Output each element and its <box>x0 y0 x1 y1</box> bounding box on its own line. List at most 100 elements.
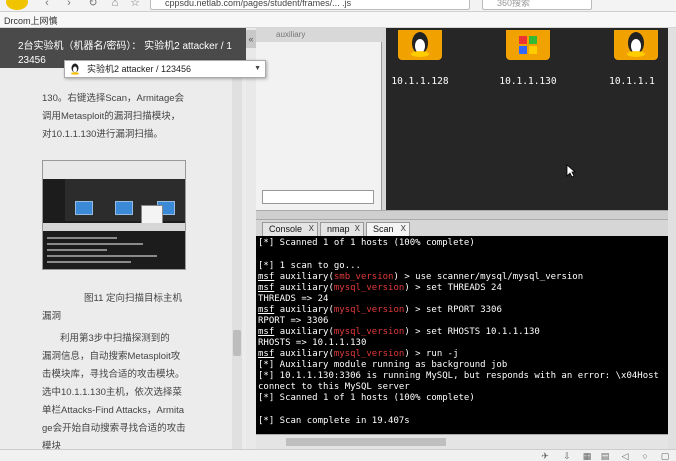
star-icon[interactable]: ☆ <box>128 0 142 10</box>
prompt-cmd: > set RPORT 3306 <box>409 305 502 315</box>
console-line: msf auxiliary(mysql_version) > set RPORT… <box>258 305 502 316</box>
tux-icon <box>411 32 429 57</box>
tab-nmap[interactable]: nmap X <box>320 222 364 236</box>
armitage-window: auxiliary 10.1.1.128 10.1.1.130 10.1.1.1… <box>256 28 668 449</box>
thumb-host <box>75 201 93 215</box>
windows-icon <box>519 36 537 54</box>
caption-line: 图11 定向扫描目标主机 <box>84 293 183 304</box>
thumb-context-menu <box>141 205 163 225</box>
prompt-aux: auxiliary( <box>279 283 334 293</box>
browser-logo-icon[interactable] <box>6 0 28 10</box>
download-icon[interactable]: ⇩ <box>562 451 572 461</box>
module-tree-header[interactable]: auxiliary <box>256 28 382 42</box>
text-line: 130。右键选择Scan，Armitage会 <box>42 93 185 104</box>
window-icon[interactable]: ▢ <box>660 451 670 461</box>
bookmark-bar: Drcom上网慎 <box>0 12 676 28</box>
thumb-line <box>47 237 117 239</box>
text-line: ge会开始自动搜索寻找合适的攻击 <box>42 423 186 434</box>
console-line: [*] Scanned 1 of 1 hosts (100% complete) <box>258 393 475 403</box>
bookmark-drcom[interactable]: Drcom上网慎 <box>4 14 58 27</box>
figure-caption-cont: 漏洞 <box>42 308 192 326</box>
host-10-1-1-130[interactable] <box>504 30 552 60</box>
prompt-module: smb_version <box>333 272 394 282</box>
mouse-cursor-icon <box>566 164 576 178</box>
forward-icon[interactable]: › <box>62 0 76 10</box>
text-line: 对10.1.1.130进行漏洞扫描。 <box>42 129 163 140</box>
browser-toolbar: ‹ › ↻ ⌂ ☆ cppsdu.netlab.com/pages/studen… <box>0 0 676 12</box>
prompt-module: mysql_version <box>333 283 405 293</box>
grid-icon[interactable]: ▦ <box>582 451 592 461</box>
tooltip-text: 实验机2 attacker / 123456 <box>87 64 192 74</box>
scrollbar-thumb[interactable] <box>286 438 446 446</box>
console-line: [*] 10.1.1.130:3306 is running MySQL, bu… <box>258 371 659 381</box>
search-input[interactable]: 360搜索 <box>482 0 592 10</box>
prompt-aux: auxiliary( <box>279 272 334 282</box>
module-tree: auxiliary <box>256 28 382 210</box>
prompt-module: mysql_version <box>333 349 405 359</box>
figure-caption: 图11 定向扫描目标主机 <box>84 290 234 308</box>
console-line: [*] 1 scan to go... <box>258 261 361 271</box>
console-output[interactable]: [*] Scanned 1 of 1 hosts (100% complete)… <box>256 236 668 434</box>
instruction-paragraph-2: 利用第3步中扫描探测到的 漏洞信息，自动搜索Metasploit攻 击模块库，寻… <box>42 330 192 449</box>
close-icon[interactable]: X <box>309 223 314 235</box>
console-line: [*] Scanned 1 of 1 hosts (100% complete) <box>258 238 475 248</box>
machine-tooltip[interactable]: 实验机2 attacker / 123456 ▼ <box>64 60 266 78</box>
console-line: connect to this MySQL server <box>258 382 410 392</box>
instruction-paragraph-1: 130。右键选择Scan，Armitage会 调用Metasploit的漏洞扫描… <box>42 90 192 144</box>
close-icon[interactable]: X <box>401 223 406 235</box>
figure-thumbnail[interactable] <box>42 160 186 270</box>
back-icon[interactable]: ‹ <box>40 0 54 10</box>
thumb-tabs <box>43 223 185 231</box>
host-label: 10.1.1.128 <box>391 76 449 87</box>
prompt-cmd: > set THREADS 24 <box>409 283 502 293</box>
prompt-msf: msf <box>258 305 275 315</box>
thumb-line <box>47 255 157 257</box>
module-search-input[interactable] <box>262 190 374 204</box>
console-line: msf auxiliary(smb_version) > use scanner… <box>258 272 583 283</box>
host-10-1-1-1[interactable] <box>612 30 660 60</box>
console-hscrollbar[interactable] <box>256 434 668 449</box>
chevron-down-icon[interactable]: ▼ <box>254 61 261 77</box>
thumb-target-area <box>65 179 185 225</box>
tab-label: Console <box>269 224 303 234</box>
console-line: msf auxiliary(mysql_version) > run -j <box>258 349 459 360</box>
prompt-module: mysql_version <box>333 305 405 315</box>
speaker-icon[interactable]: ◁ <box>620 451 630 461</box>
trash-icon[interactable]: ▤ <box>600 451 610 461</box>
thumb-line <box>47 261 131 263</box>
prompt-cmd: > run -j <box>409 349 459 359</box>
prompt-module: mysql_version <box>333 327 405 337</box>
host-10-1-1-128[interactable] <box>396 30 444 60</box>
tux-icon <box>627 32 645 57</box>
scrollbar-thumb[interactable] <box>233 330 241 356</box>
caption-line: 漏洞 <box>42 311 62 322</box>
split-divider[interactable] <box>256 210 668 220</box>
tux-icon <box>71 63 79 75</box>
prompt-aux: auxiliary( <box>279 327 334 337</box>
instructions-scrollbar[interactable] <box>232 68 242 449</box>
targets-view[interactable]: 10.1.1.128 10.1.1.130 10.1.1.1 <box>386 28 668 210</box>
screen: ‹ › ↻ ⌂ ☆ cppsdu.netlab.com/pages/studen… <box>0 0 676 461</box>
text-line: 模块 <box>42 441 62 449</box>
tab-label: Scan <box>373 224 394 234</box>
prompt-msf: msf <box>258 327 275 337</box>
collapse-panel-icon[interactable]: « <box>246 30 256 48</box>
prompt-msf: msf <box>258 272 275 282</box>
browser-status-bar: ✈ ⇩ ▦ ▤ ◁ ○ ▢ <box>0 449 676 461</box>
close-icon[interactable]: X <box>355 223 360 235</box>
console-line: RHOSTS => 10.1.1.130 <box>258 338 367 348</box>
tab-scan[interactable]: Scan X <box>366 222 410 236</box>
refresh-icon[interactable]: ↻ <box>86 0 100 10</box>
home-icon[interactable]: ⌂ <box>108 0 122 10</box>
machine-info-line1: 2台实验机（机器名/密码）： 实验机2 attacker / 1 <box>18 41 232 52</box>
instructions-panel: 2台实验机（机器名/密码）： 实验机2 attacker / 1 23456 1… <box>0 28 246 449</box>
pin-icon[interactable]: ✈ <box>540 451 550 461</box>
page-scrollbar[interactable] <box>668 28 676 449</box>
thumb-toolbar <box>43 161 185 179</box>
tab-console[interactable]: Console X <box>262 222 318 236</box>
text-line: 单栏Attacks-Find Attacks，Armita <box>42 405 185 416</box>
tab-label: nmap <box>327 224 350 234</box>
url-field[interactable]: cppsdu.netlab.com/pages/student/frames/.… <box>150 0 470 10</box>
zoom-icon[interactable]: ○ <box>640 451 650 461</box>
thumb-line <box>47 249 107 251</box>
